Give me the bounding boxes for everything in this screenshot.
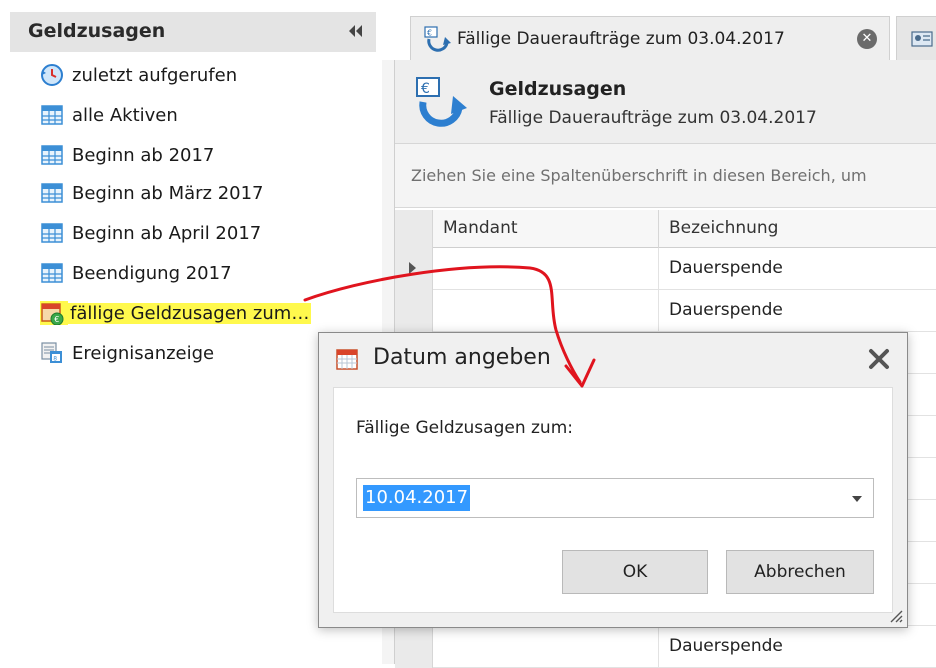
row-indicator: [395, 626, 433, 668]
sidebar-item-label: alle Aktiven: [72, 104, 178, 126]
row-indicator: [395, 290, 433, 332]
document-subtitle: Fällige Daueraufträge zum 03.04.2017: [489, 108, 817, 128]
recurring-money-icon: €: [416, 77, 467, 127]
sidebar-item-start-march-2017[interactable]: Beginn ab März 2017: [40, 178, 264, 208]
recent-clock-icon: [41, 64, 63, 86]
date-input[interactable]: 10.04.2017: [363, 485, 471, 511]
column-header-mandant[interactable]: Mandant: [433, 210, 659, 248]
table-row[interactable]: Dauerspende: [395, 290, 936, 332]
current-row-pointer-icon: [409, 262, 416, 274]
cell-bezeichnung[interactable]: Dauerspende: [669, 258, 783, 278]
svg-text:€: €: [54, 315, 59, 324]
column-header-bezeichnung[interactable]: Bezeichnung: [659, 210, 936, 248]
tab-close-icon[interactable]: ✕: [857, 29, 877, 49]
sidebar-title: Geldzusagen: [28, 20, 166, 42]
document-title: Geldzusagen: [489, 78, 627, 100]
tab-contact[interactable]: [896, 16, 936, 60]
close-icon[interactable]: [865, 345, 893, 373]
sidebar-item-end-2017[interactable]: Beendigung 2017: [40, 258, 232, 288]
sidebar-item-due-pledges[interactable]: € fällige Geldzusagen zum…: [40, 298, 312, 328]
svg-text:8: 8: [53, 356, 57, 363]
collapse-double-chevron-icon[interactable]: [346, 23, 364, 39]
contact-card-icon: [911, 30, 933, 47]
dialog-title: Datum angeben: [373, 345, 551, 370]
event-viewer-icon: 8: [41, 342, 62, 363]
cancel-button[interactable]: Abbrechen: [726, 550, 874, 594]
grid-view-icon: [41, 223, 63, 243]
sidebar-item-label: Beginn ab April 2017: [72, 222, 262, 244]
cell-mandant[interactable]: [433, 290, 659, 332]
tab-due-standing-orders[interactable]: € Fällige Daueraufträge zum 03.04.2017 ✕: [410, 16, 890, 60]
date-prompt-label: Fällige Geldzusagen zum:: [356, 418, 573, 438]
ok-button[interactable]: OK: [562, 550, 708, 594]
sidebar-item-recent[interactable]: zuletzt aufgerufen: [40, 60, 237, 90]
row-indicator: [395, 248, 433, 290]
grid-view-icon: [41, 105, 63, 125]
sidebar-item-label: Beginn ab 2017: [72, 144, 215, 166]
grid-view-icon: [41, 263, 63, 283]
tab-strip: € Fällige Daueraufträge zum 03.04.2017 ✕: [382, 0, 936, 60]
dialog-body: Fällige Geldzusagen zum: 10.04.2017 OK A…: [333, 387, 893, 613]
tab-label: Fällige Daueraufträge zum 03.04.2017: [457, 28, 785, 49]
table-row[interactable]: Dauerspende: [395, 248, 936, 290]
sidebar-item-start-april-2017[interactable]: Beginn ab April 2017: [40, 218, 261, 248]
sidebar-item-label: Beginn ab März 2017: [72, 182, 264, 204]
sidebar-item-label: fällige Geldzusagen zum…: [68, 302, 312, 324]
svg-text:€: €: [421, 81, 430, 97]
sidebar-item-event-viewer[interactable]: 8 Ereignisanzeige: [40, 338, 214, 368]
resize-grip-icon[interactable]: [887, 607, 903, 623]
row-indicator-header: [395, 210, 433, 248]
calendar-icon: [336, 349, 358, 370]
cell-mandant[interactable]: [433, 248, 659, 290]
sidebar-header: Geldzusagen: [10, 12, 376, 52]
sidebar-item-label: Beendigung 2017: [72, 262, 232, 284]
chevron-down-icon[interactable]: [839, 479, 873, 517]
svg-text:€: €: [427, 28, 432, 37]
highlight-marker: €: [40, 301, 68, 325]
table-row[interactable]: Dauerspende: [395, 626, 936, 668]
dialog-titlebar[interactable]: Datum angeben: [319, 333, 907, 385]
sidebar-item-label: zuletzt aufgerufen: [72, 64, 238, 86]
cell-bezeichnung[interactable]: Dauerspende: [669, 300, 783, 320]
date-dialog: Datum angeben Fällige Geldzusagen zum: 1…: [318, 332, 908, 628]
document-header: € Geldzusagen Fällige Daueraufträge zum …: [395, 60, 936, 144]
grid-header: Mandant Bezeichnung: [395, 210, 936, 248]
calendar-money-icon: €: [41, 303, 64, 325]
grid-view-icon: [41, 183, 63, 203]
group-panel-hint[interactable]: Ziehen Sie eine Spaltenüberschrift in di…: [395, 144, 936, 208]
sidebar-item-label: Ereignisanzeige: [72, 342, 215, 364]
cell-mandant[interactable]: [433, 626, 659, 668]
recurring-money-icon: €: [424, 25, 451, 52]
date-combobox[interactable]: 10.04.2017: [356, 478, 874, 518]
sidebar-item-start-2017[interactable]: Beginn ab 2017: [40, 140, 214, 170]
sidebar-item-all-active[interactable]: alle Aktiven: [40, 100, 178, 130]
cell-bezeichnung[interactable]: Dauerspende: [669, 636, 783, 656]
grid-view-icon: [41, 145, 63, 165]
